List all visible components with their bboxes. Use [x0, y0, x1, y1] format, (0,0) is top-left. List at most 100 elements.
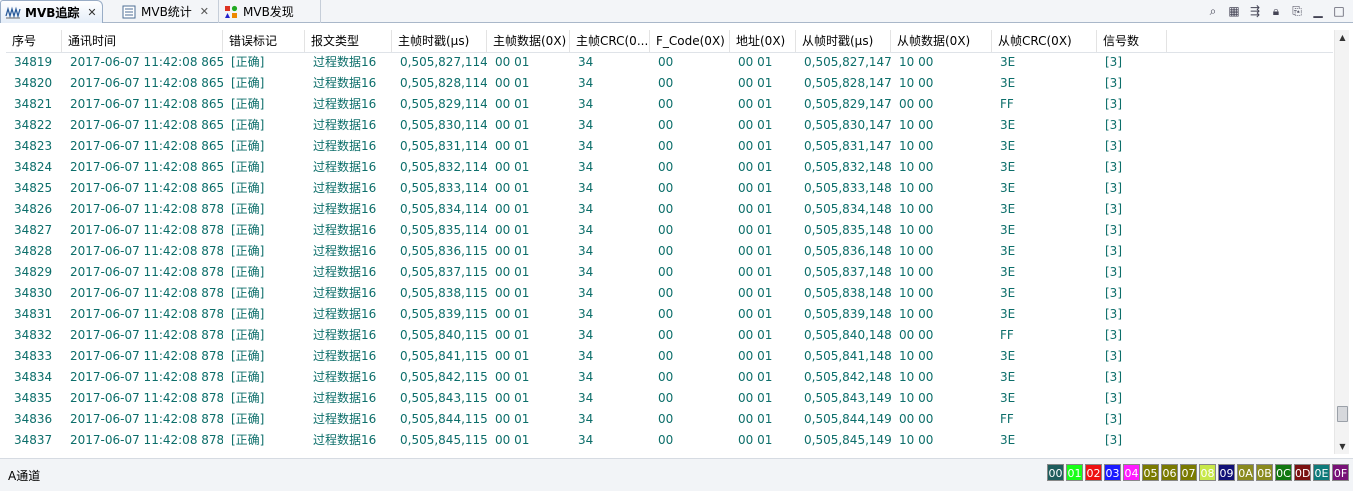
table-row[interactable]: 34831 2017-06-07 11:42:08 878 [正确] 过程数据16 0,…: [6, 304, 1333, 325]
table-row[interactable]: 34827 2017-06-07 11:42:08 878 [正确] 过程数据16 0,…: [6, 220, 1333, 241]
cell-slave-crc: FF: [1000, 412, 1014, 426]
header-col-signal-count[interactable]: 信号数: [1097, 30, 1167, 52]
table-row[interactable]: 34822 2017-06-07 11:42:08 865 [正确] 过程数据16 0,…: [6, 115, 1333, 136]
tab-label: MVB追踪: [25, 5, 80, 20]
tab-mvb-discovery[interactable]: MVB发现: [219, 0, 321, 23]
cell-master-crc: 34: [578, 286, 594, 300]
table-row[interactable]: 34829 2017-06-07 11:42:08 878 [正确] 过程数据16 0,…: [6, 262, 1333, 283]
export-icon[interactable]: ⎘: [1289, 3, 1305, 19]
table-row[interactable]: 34834 2017-06-07 11:42:08 878 [正确] 过程数据16 0,…: [6, 367, 1333, 388]
cell-slave-data: 10 00: [899, 139, 934, 153]
cell-address: 00 01: [738, 391, 773, 405]
table-row[interactable]: 34833 2017-06-07 11:42:08 878 [正确] 过程数据16 0,…: [6, 346, 1333, 367]
table-row[interactable]: 34823 2017-06-07 11:42:08 865 [正确] 过程数据16 0,…: [6, 136, 1333, 157]
header-col-slave-data[interactable]: 从帧数据(0X): [891, 30, 992, 52]
table-row[interactable]: 34837 2017-06-07 11:42:08 878 [正确] 过程数据16 0,…: [6, 430, 1333, 451]
cell-seq: 34822: [14, 118, 53, 132]
cell-slave-data: 10 00: [899, 391, 934, 405]
tab-mvb-statistics[interactable]: MVB统计 ✕: [117, 0, 219, 23]
cell-error-flag: [正确]: [231, 97, 265, 111]
cell-master-data: 00 01: [495, 433, 530, 447]
table-view-icon[interactable]: ▦: [1226, 3, 1242, 19]
cell-signal-count: [3]: [1105, 265, 1122, 279]
vertical-scrollbar[interactable]: ▲ ▼: [1334, 30, 1349, 454]
cell-master-data: 00 01: [495, 370, 530, 384]
filter-icon[interactable]: ⇶: [1247, 3, 1263, 19]
table-row[interactable]: 34832 2017-06-07 11:42:08 878 [正确] 过程数据16 0,…: [6, 325, 1333, 346]
cell-signal-count: [3]: [1105, 181, 1122, 195]
table-row[interactable]: 34824 2017-06-07 11:42:08 865 [正确] 过程数据16 0,…: [6, 157, 1333, 178]
table-row[interactable]: 34836 2017-06-07 11:42:08 878 [正确] 过程数据16 0,…: [6, 409, 1333, 430]
cell-fcode: 00: [658, 244, 674, 258]
cell-master-data: 00 01: [495, 328, 530, 342]
cell-signal-count: [3]: [1105, 328, 1122, 342]
search-icon[interactable]: ⌕: [1205, 3, 1221, 19]
cell-slave-crc: 3E: [1000, 118, 1016, 132]
fcode-legend-item: 02: [1085, 464, 1102, 481]
header-col-msg-type[interactable]: 报文类型: [305, 30, 392, 52]
minimize-icon[interactable]: ▁: [1310, 3, 1326, 19]
cell-slave-ts: 0,505,836,148: [804, 244, 891, 258]
cell-slave-data: 10 00: [899, 160, 934, 174]
cell-error-flag: [正确]: [231, 76, 265, 90]
maximize-icon[interactable]: □: [1331, 3, 1347, 19]
header-col-address[interactable]: 地址(0X): [730, 30, 796, 52]
cell-address: 00 01: [738, 118, 773, 132]
scroll-down-icon[interactable]: ▼: [1335, 439, 1350, 454]
cell-slave-data: 00 00: [899, 328, 934, 342]
cell-time: 2017-06-07 11:42:08 878: [70, 412, 223, 426]
table-row[interactable]: 34825 2017-06-07 11:42:08 865 [正确] 过程数据16 0,…: [6, 178, 1333, 199]
cell-address: 00 01: [738, 244, 773, 258]
cell-error-flag: [正确]: [231, 349, 265, 363]
cell-address: 00 01: [738, 265, 773, 279]
cell-address: 00 01: [738, 97, 773, 111]
cell-fcode: 00: [658, 433, 674, 447]
scroll-up-icon[interactable]: ▲: [1335, 30, 1350, 45]
table-row[interactable]: 34828 2017-06-07 11:42:08 878 [正确] 过程数据16 0,…: [6, 241, 1333, 262]
close-icon[interactable]: ✕: [87, 6, 96, 19]
header-col-slave-ts[interactable]: 从帧时戳(μs): [796, 30, 891, 52]
fcode-legend-item: 09: [1218, 464, 1235, 481]
cell-time: 2017-06-07 11:42:08 878: [70, 433, 223, 447]
table-row[interactable]: 34835 2017-06-07 11:42:08 878 [正确] 过程数据16 0,…: [6, 388, 1333, 409]
cell-msg-type: 过程数据16: [313, 307, 377, 321]
cell-error-flag: [正确]: [231, 391, 265, 405]
header-col-slave-crc[interactable]: 从帧CRC(0X): [992, 30, 1097, 52]
cell-master-data: 00 01: [495, 307, 530, 321]
cell-seq: 34832: [14, 328, 53, 342]
cell-master-data: 00 01: [495, 286, 530, 300]
cell-msg-type: 过程数据16: [313, 265, 377, 279]
table-row[interactable]: 34819 2017-06-07 11:42:08 865 [正确] 过程数据16 0,…: [6, 52, 1333, 73]
header-col-seq[interactable]: 序号: [6, 30, 62, 52]
header-col-fcode[interactable]: F_Code(0X): [650, 30, 730, 52]
cell-address: 00 01: [738, 76, 773, 90]
trace-table: 序号 通讯时间 错误标记 报文类型 主帧时戳(μs) 主帧数据(0X) 主帧CRC(0...…: [6, 30, 1333, 454]
header-col-master-data[interactable]: 主帧数据(0X): [487, 30, 570, 52]
table-row[interactable]: 34820 2017-06-07 11:42:08 865 [正确] 过程数据16 0,…: [6, 73, 1333, 94]
close-icon[interactable]: ✕: [200, 5, 209, 18]
cell-signal-count: [3]: [1105, 244, 1122, 258]
header-col-master-ts[interactable]: 主帧时戳(μs): [392, 30, 487, 52]
tab-mvb-trace[interactable]: MVB追踪 ✕: [0, 0, 103, 23]
cell-slave-data: 10 00: [899, 286, 934, 300]
cell-msg-type: 过程数据16: [313, 412, 377, 426]
header-col-error-flag[interactable]: 错误标记: [223, 30, 305, 52]
cell-master-ts: 0,505,833,114: [400, 181, 487, 195]
cell-master-ts: 0,505,835,114: [400, 223, 487, 237]
table-row[interactable]: 34830 2017-06-07 11:42:08 878 [正确] 过程数据16 0,…: [6, 283, 1333, 304]
lock-icon[interactable]: 🔒︎: [1268, 3, 1284, 19]
cell-time: 2017-06-07 11:42:08 865: [70, 55, 223, 69]
cell-master-ts: 0,505,842,115: [400, 370, 487, 384]
cell-slave-ts: 0,505,845,149: [804, 433, 891, 447]
table-row[interactable]: 34826 2017-06-07 11:42:08 878 [正确] 过程数据16 0,…: [6, 199, 1333, 220]
cell-msg-type: 过程数据16: [313, 328, 377, 342]
header-col-time[interactable]: 通讯时间: [62, 30, 223, 52]
header-col-master-crc[interactable]: 主帧CRC(0...: [570, 30, 650, 52]
cell-slave-data: 10 00: [899, 55, 934, 69]
cell-slave-crc: FF: [1000, 97, 1014, 111]
table-row[interactable]: 34821 2017-06-07 11:42:08 865 [正确] 过程数据16 0,…: [6, 94, 1333, 115]
scrollbar-thumb[interactable]: [1337, 406, 1348, 422]
cell-signal-count: [3]: [1105, 118, 1122, 132]
cell-time: 2017-06-07 11:42:08 878: [70, 223, 223, 237]
cell-seq: 34827: [14, 223, 53, 237]
